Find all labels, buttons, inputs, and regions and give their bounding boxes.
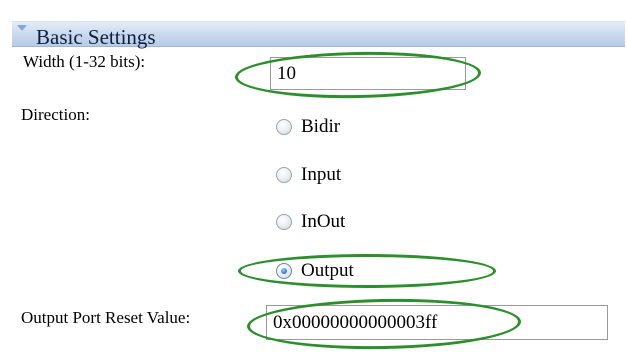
radio-output-label: Output [301, 260, 354, 281]
direction-option-input[interactable]: Input [276, 163, 341, 187]
direction-option-inout[interactable]: InOut [276, 210, 345, 234]
basic-settings-header[interactable]: Basic Settings [12, 21, 625, 49]
width-input[interactable] [270, 57, 466, 90]
width-label: Width (1-32 bits): [23, 52, 146, 71]
radio-bidir-label: Bidir [301, 116, 341, 137]
radio-bidir[interactable] [276, 119, 292, 135]
radio-input[interactable] [276, 167, 292, 183]
section-title: Basic Settings [36, 25, 156, 49]
direction-option-bidir[interactable]: Bidir [276, 115, 340, 139]
direction-label: Direction: [21, 105, 90, 124]
radio-inout[interactable] [276, 214, 292, 230]
reset-value-label: Output Port Reset Value: [21, 308, 191, 327]
radio-inout-label: InOut [301, 211, 346, 232]
direction-option-output[interactable]: Output [276, 259, 354, 283]
triangle-down-icon[interactable] [17, 25, 27, 31]
radio-output[interactable] [276, 263, 292, 279]
radio-input-label: Input [301, 164, 342, 185]
reset-value-input[interactable] [266, 305, 608, 340]
